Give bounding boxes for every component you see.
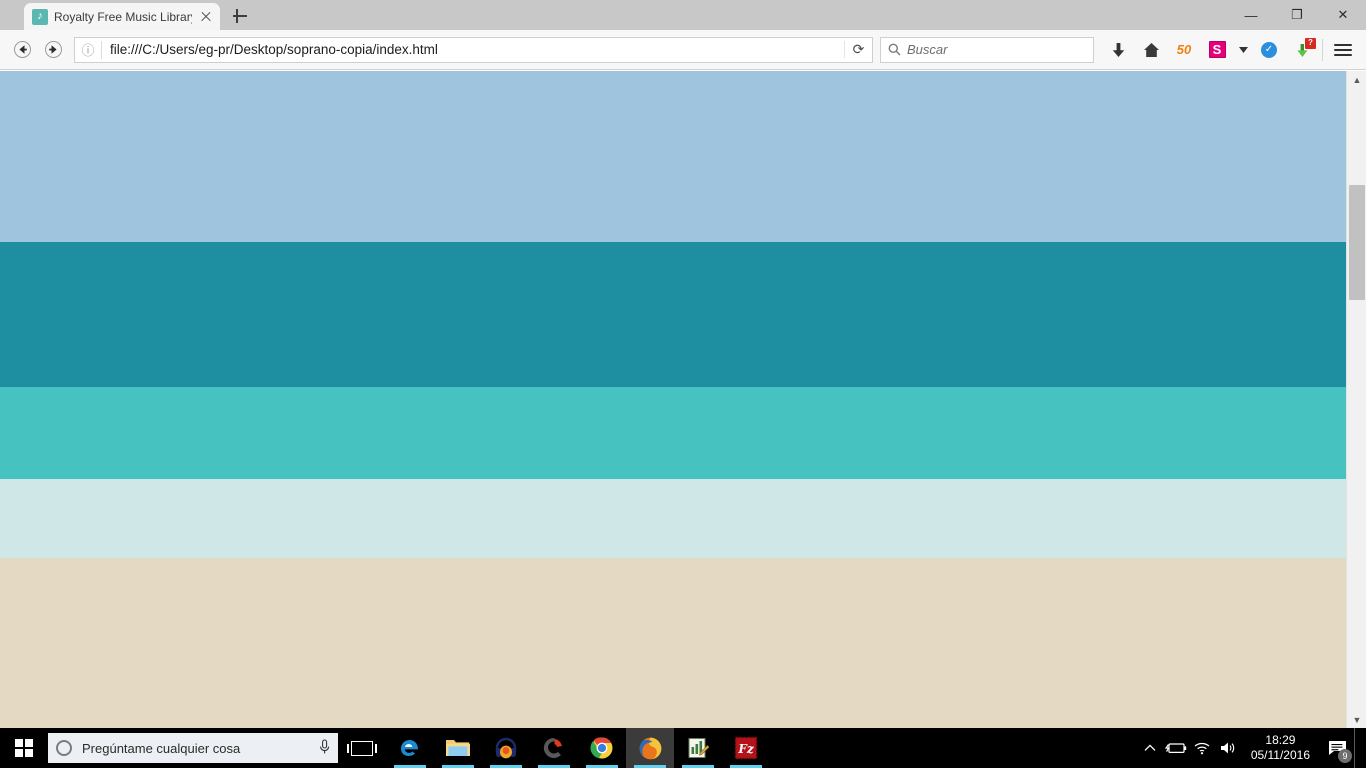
reload-icon[interactable]: ⟳	[844, 41, 872, 58]
popular-categories-section	[0, 71, 1346, 728]
social-50-label: 50	[1176, 42, 1192, 57]
scroll-up-icon[interactable]: ▲	[1347, 71, 1366, 88]
show-hidden-icons[interactable]	[1137, 728, 1163, 768]
browser-tab[interactable]: ♪ Royalty Free Music Library...	[24, 3, 220, 30]
category-list	[0, 71, 1346, 728]
search-icon	[881, 43, 907, 56]
shopping-s-label: S	[1208, 41, 1226, 58]
video-downloader-icon[interactable]: ?	[1287, 35, 1317, 65]
search-placeholder: Buscar	[907, 42, 948, 57]
taskbar-app-filezilla[interactable]: Fz	[722, 728, 770, 768]
scroll-down-icon[interactable]: ▼	[1347, 711, 1366, 728]
search-box[interactable]: Buscar	[880, 36, 1094, 63]
action-center-icon[interactable]: 9	[1320, 728, 1354, 768]
system-tray: 18:29 05/11/2016 9	[1137, 728, 1366, 768]
hamburger-menu-icon[interactable]	[1328, 35, 1358, 65]
forward-icon[interactable]	[39, 36, 67, 64]
shopping-s-icon[interactable]: S	[1202, 35, 1232, 65]
video-downloader-badge: ?	[1305, 37, 1316, 49]
taskbar-app-media[interactable]	[530, 728, 578, 768]
window-controls: — ❐ ✕	[1228, 0, 1366, 30]
web-page: Latest Royalty Free Music Flowers in you…	[0, 71, 1346, 728]
close-icon[interactable]	[198, 9, 214, 25]
page-viewport: Latest Royalty Free Music Flowers in you…	[0, 71, 1366, 728]
tab-strip: ♪ Royalty Free Music Library...	[0, 0, 250, 30]
volume-icon[interactable]	[1215, 728, 1241, 768]
close-button[interactable]: ✕	[1320, 0, 1366, 30]
home-icon[interactable]	[1136, 35, 1166, 65]
svg-text:Fz: Fz	[737, 742, 755, 756]
taskbar-app-music[interactable]	[482, 728, 530, 768]
clock-date: 05/11/2016	[1250, 748, 1310, 762]
minimize-button[interactable]: —	[1228, 0, 1274, 30]
browser-nav-bar: ⓘ file:///C:/Users/eg-pr/Desktop/soprano…	[0, 30, 1366, 70]
category-card[interactable]	[0, 71, 1346, 728]
tab-title: Royalty Free Music Library...	[54, 9, 192, 24]
wifi-icon[interactable]	[1189, 728, 1215, 768]
taskbar-clock[interactable]: 18:29 05/11/2016	[1241, 733, 1320, 763]
windows-logo	[15, 739, 33, 757]
task-view-icon[interactable]	[338, 728, 386, 768]
screen: ♪ Royalty Free Music Library... — ❐ ✕ ⓘ …	[0, 0, 1366, 768]
hamburger-bars	[1334, 43, 1352, 56]
taskbar-app-chrome[interactable]	[578, 728, 626, 768]
notification-count: 9	[1338, 749, 1352, 763]
url-text: file:///C:/Users/eg-pr/Desktop/soprano-c…	[110, 42, 438, 57]
microphone-icon[interactable]	[319, 738, 330, 758]
address-bar[interactable]: ⓘ file:///C:/Users/eg-pr/Desktop/soprano…	[74, 36, 873, 63]
chevron-down-icon[interactable]	[1235, 35, 1251, 65]
taskbar-app-file-explorer[interactable]	[434, 728, 482, 768]
show-desktop-button[interactable]	[1354, 728, 1360, 768]
page-info-icon[interactable]: ⓘ	[75, 40, 101, 59]
headphones-icon: ♪	[32, 8, 48, 25]
windows-taskbar: Pregúntame cualquier cosa Fz 18:29 05/11…	[0, 728, 1366, 768]
task-view-glyph	[347, 740, 377, 756]
windows-start-icon[interactable]	[0, 728, 48, 768]
taskbar-app-edge[interactable]	[386, 728, 434, 768]
taskbar-app-firefox[interactable]	[626, 728, 674, 768]
toolbar-divider	[1322, 38, 1323, 61]
social-50-icon[interactable]: 50	[1169, 35, 1199, 65]
back-icon[interactable]	[8, 36, 36, 64]
battery-icon[interactable]	[1163, 728, 1189, 768]
scrollbar-thumb[interactable]	[1349, 185, 1365, 300]
maximize-button[interactable]: ❐	[1274, 0, 1320, 30]
clock-time: 18:29	[1265, 733, 1296, 747]
new-tab-button[interactable]	[230, 6, 250, 26]
tropical-sea-category-photo	[0, 71, 1346, 728]
adblock-check-icon[interactable]: ✓	[1254, 35, 1284, 65]
cortana-search-input[interactable]: Pregúntame cualquier cosa	[48, 733, 338, 763]
cortana-icon	[56, 740, 72, 756]
downloads-icon[interactable]	[1103, 35, 1133, 65]
page-scrollbar[interactable]: ▲ ▼	[1346, 71, 1366, 728]
taskbar-app-notepad-editor[interactable]	[674, 728, 722, 768]
adblock-check-glyph: ✓	[1261, 41, 1277, 58]
cortana-placeholder: Pregúntame cualquier cosa	[82, 740, 241, 756]
browser-title-bar: ♪ Royalty Free Music Library... — ❐ ✕	[0, 0, 1366, 30]
